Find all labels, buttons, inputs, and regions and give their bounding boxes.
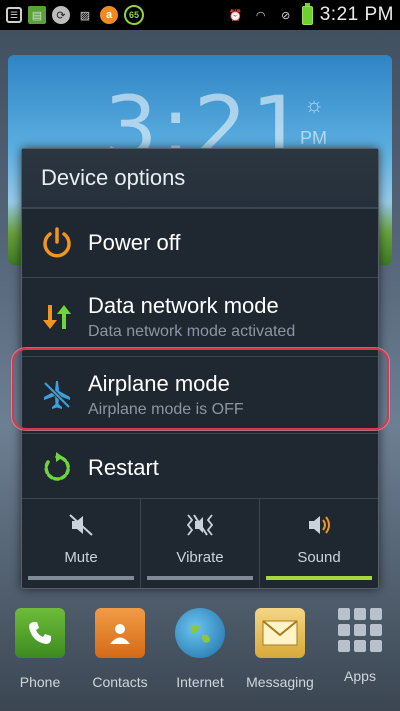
option-label: Power off — [88, 230, 181, 255]
dock-label: Internet — [176, 674, 224, 690]
option-data-network-mode[interactable]: Data network mode Data network mode acti… — [22, 278, 378, 356]
dock-item-phone[interactable]: Phone — [0, 608, 80, 708]
status-time: 3:21 PM — [319, 4, 394, 25]
apps-icon — [338, 608, 382, 652]
sync-icon: ⟳ — [52, 6, 70, 24]
option-airplane-mode[interactable]: Airplane mode Airplane mode is OFF — [22, 357, 378, 433]
app-notification-icon: a — [100, 6, 118, 24]
sound-mode-bar: Mute Vibrate Sound — [22, 498, 378, 588]
dialog-title: Device options — [22, 149, 378, 207]
status-bar: ☰ ▤ ⟳ ▨ a 65 ⏰ ◠ ⊘ 3:21 PM — [0, 0, 400, 30]
dock-item-internet[interactable]: Internet — [160, 608, 240, 708]
phone-icon — [15, 608, 65, 658]
widget-clock-ampm: PM — [300, 128, 327, 148]
notification-count-icon: 65 — [124, 5, 144, 25]
sound-mode-label: Vibrate — [176, 549, 224, 566]
messaging-icon — [255, 608, 305, 658]
option-restart[interactable]: Restart — [22, 434, 378, 502]
sound-mode-label: Sound — [297, 549, 341, 566]
notification-app-icon: ▤ — [28, 6, 46, 24]
do-not-disturb-icon: ⊘ — [281, 9, 291, 22]
sound-mode-indicator-active — [266, 576, 372, 580]
option-sublabel: Airplane mode is OFF — [88, 401, 244, 418]
option-power-off[interactable]: Power off — [22, 209, 378, 277]
vibrate-icon — [186, 514, 214, 536]
dock-label: Apps — [344, 668, 376, 684]
restart-icon — [44, 452, 70, 481]
image-icon: ▨ — [79, 9, 91, 22]
power-icon — [43, 227, 71, 258]
sound-icon — [309, 516, 330, 534]
option-label: Restart — [88, 455, 159, 480]
weather-sun-icon: ☼ — [304, 92, 325, 117]
option-label: Airplane mode — [88, 371, 230, 396]
internet-icon — [175, 608, 225, 658]
sound-mode-sound-button[interactable]: Sound — [260, 499, 378, 588]
sound-mode-label: Mute — [64, 549, 98, 566]
dock-item-messaging[interactable]: Messaging — [240, 608, 320, 708]
sound-mode-indicator — [147, 576, 253, 580]
device-options-dialog: Device options Power off Data network mo… — [21, 148, 379, 589]
sound-mode-mute-button[interactable]: Mute — [22, 499, 141, 588]
wifi-icon: ◠ — [255, 9, 266, 22]
notes-icon: ☰ — [6, 7, 22, 23]
option-sublabel: Data network mode activated — [88, 323, 296, 340]
dock-label: Messaging — [246, 674, 314, 690]
dock-item-apps[interactable]: Apps — [320, 608, 400, 708]
battery-icon — [301, 2, 313, 25]
data-network-icon — [43, 305, 71, 329]
dock-item-contacts[interactable]: Contacts — [80, 608, 160, 708]
mute-icon — [69, 514, 93, 536]
contacts-icon — [95, 608, 145, 658]
alarm-icon: ⏰ — [228, 9, 243, 22]
dock-label: Contacts — [92, 674, 148, 690]
airplane-icon — [43, 381, 71, 409]
app-dock: Phone Contacts Internet Messaging Apps — [0, 608, 400, 708]
option-label: Data network mode — [88, 293, 279, 318]
sound-mode-vibrate-button[interactable]: Vibrate — [141, 499, 260, 588]
dock-label: Phone — [19, 674, 61, 690]
sound-mode-indicator — [28, 576, 134, 580]
